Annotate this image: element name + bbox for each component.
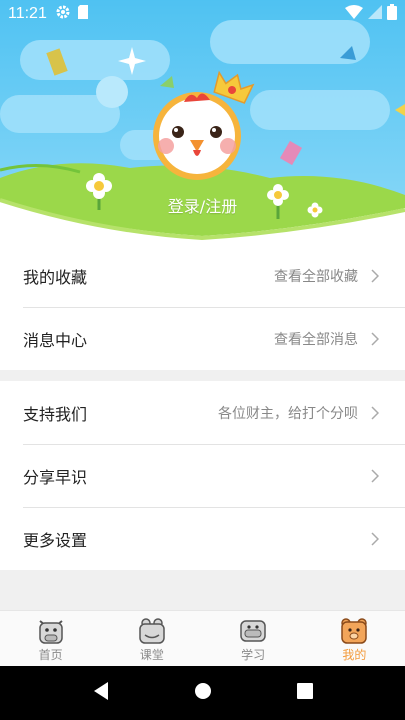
tab-home[interactable]: 首页 <box>0 611 101 666</box>
recents-icon[interactable] <box>296 683 313 703</box>
login-register-link[interactable]: 登录/注册 <box>0 193 405 217</box>
battery-icon <box>387 4 397 24</box>
tab-label: 课堂 <box>139 648 164 662</box>
menu-item-title: 支持我们 <box>23 404 88 424</box>
chevron-right-icon <box>368 268 382 283</box>
tab-mine[interactable]: 我的 <box>304 611 405 666</box>
frog-icon <box>139 618 165 644</box>
chevron-right-icon <box>368 531 382 546</box>
signal-icon <box>367 4 383 24</box>
hippo-icon <box>240 620 266 642</box>
menu-item-title: 更多设置 <box>23 530 88 550</box>
tab-classroom[interactable]: 课堂 <box>101 611 202 666</box>
status-bar: 11:21 <box>0 0 405 28</box>
bottom-tab-bar: 首页 课堂 学习 我的 <box>0 610 405 666</box>
tab-label: 首页 <box>38 648 63 662</box>
chevron-right-icon <box>368 468 382 483</box>
system-navigation-bar <box>0 666 405 720</box>
menu-item-messages[interactable]: 消息中心 查看全部消息 <box>0 307 405 370</box>
menu-group-collections: 我的收藏 查看全部收藏 消息中心 查看全部消息 <box>0 244 405 370</box>
chevron-right-icon <box>368 331 382 346</box>
menu-item-favorites[interactable]: 我的收藏 查看全部收藏 <box>0 244 405 307</box>
bear-icon <box>341 618 368 644</box>
menu-item-hint: 查看全部收藏 <box>274 268 358 285</box>
menu-item-support-us[interactable]: 支持我们 各位财主，给打个分呗 <box>0 381 405 444</box>
menu-item-title: 消息中心 <box>23 330 88 350</box>
menu-item-hint: 各位财主，给打个分呗 <box>218 405 358 422</box>
cow-icon <box>38 620 63 644</box>
wifi-icon <box>345 4 363 24</box>
sd-card-icon <box>77 4 89 24</box>
menu-item-title: 分享早识 <box>23 467 88 487</box>
tab-label: 我的 <box>342 648 367 662</box>
chevron-right-icon <box>368 405 382 420</box>
menu-group-settings: 支持我们 各位财主，给打个分呗 分享早识 更多设置 <box>0 381 405 570</box>
back-icon[interactable] <box>92 681 110 705</box>
home-icon[interactable] <box>194 682 212 704</box>
settings-gear-icon <box>55 4 71 24</box>
menu-item-hint: 查看全部消息 <box>274 331 358 348</box>
status-time: 11:21 <box>8 5 47 22</box>
tab-study[interactable]: 学习 <box>203 611 304 666</box>
menu-item-title: 我的收藏 <box>23 267 88 287</box>
menu-item-more-settings[interactable]: 更多设置 <box>0 507 405 570</box>
menu-item-share[interactable]: 分享早识 <box>0 444 405 507</box>
tab-label: 学习 <box>241 648 266 662</box>
